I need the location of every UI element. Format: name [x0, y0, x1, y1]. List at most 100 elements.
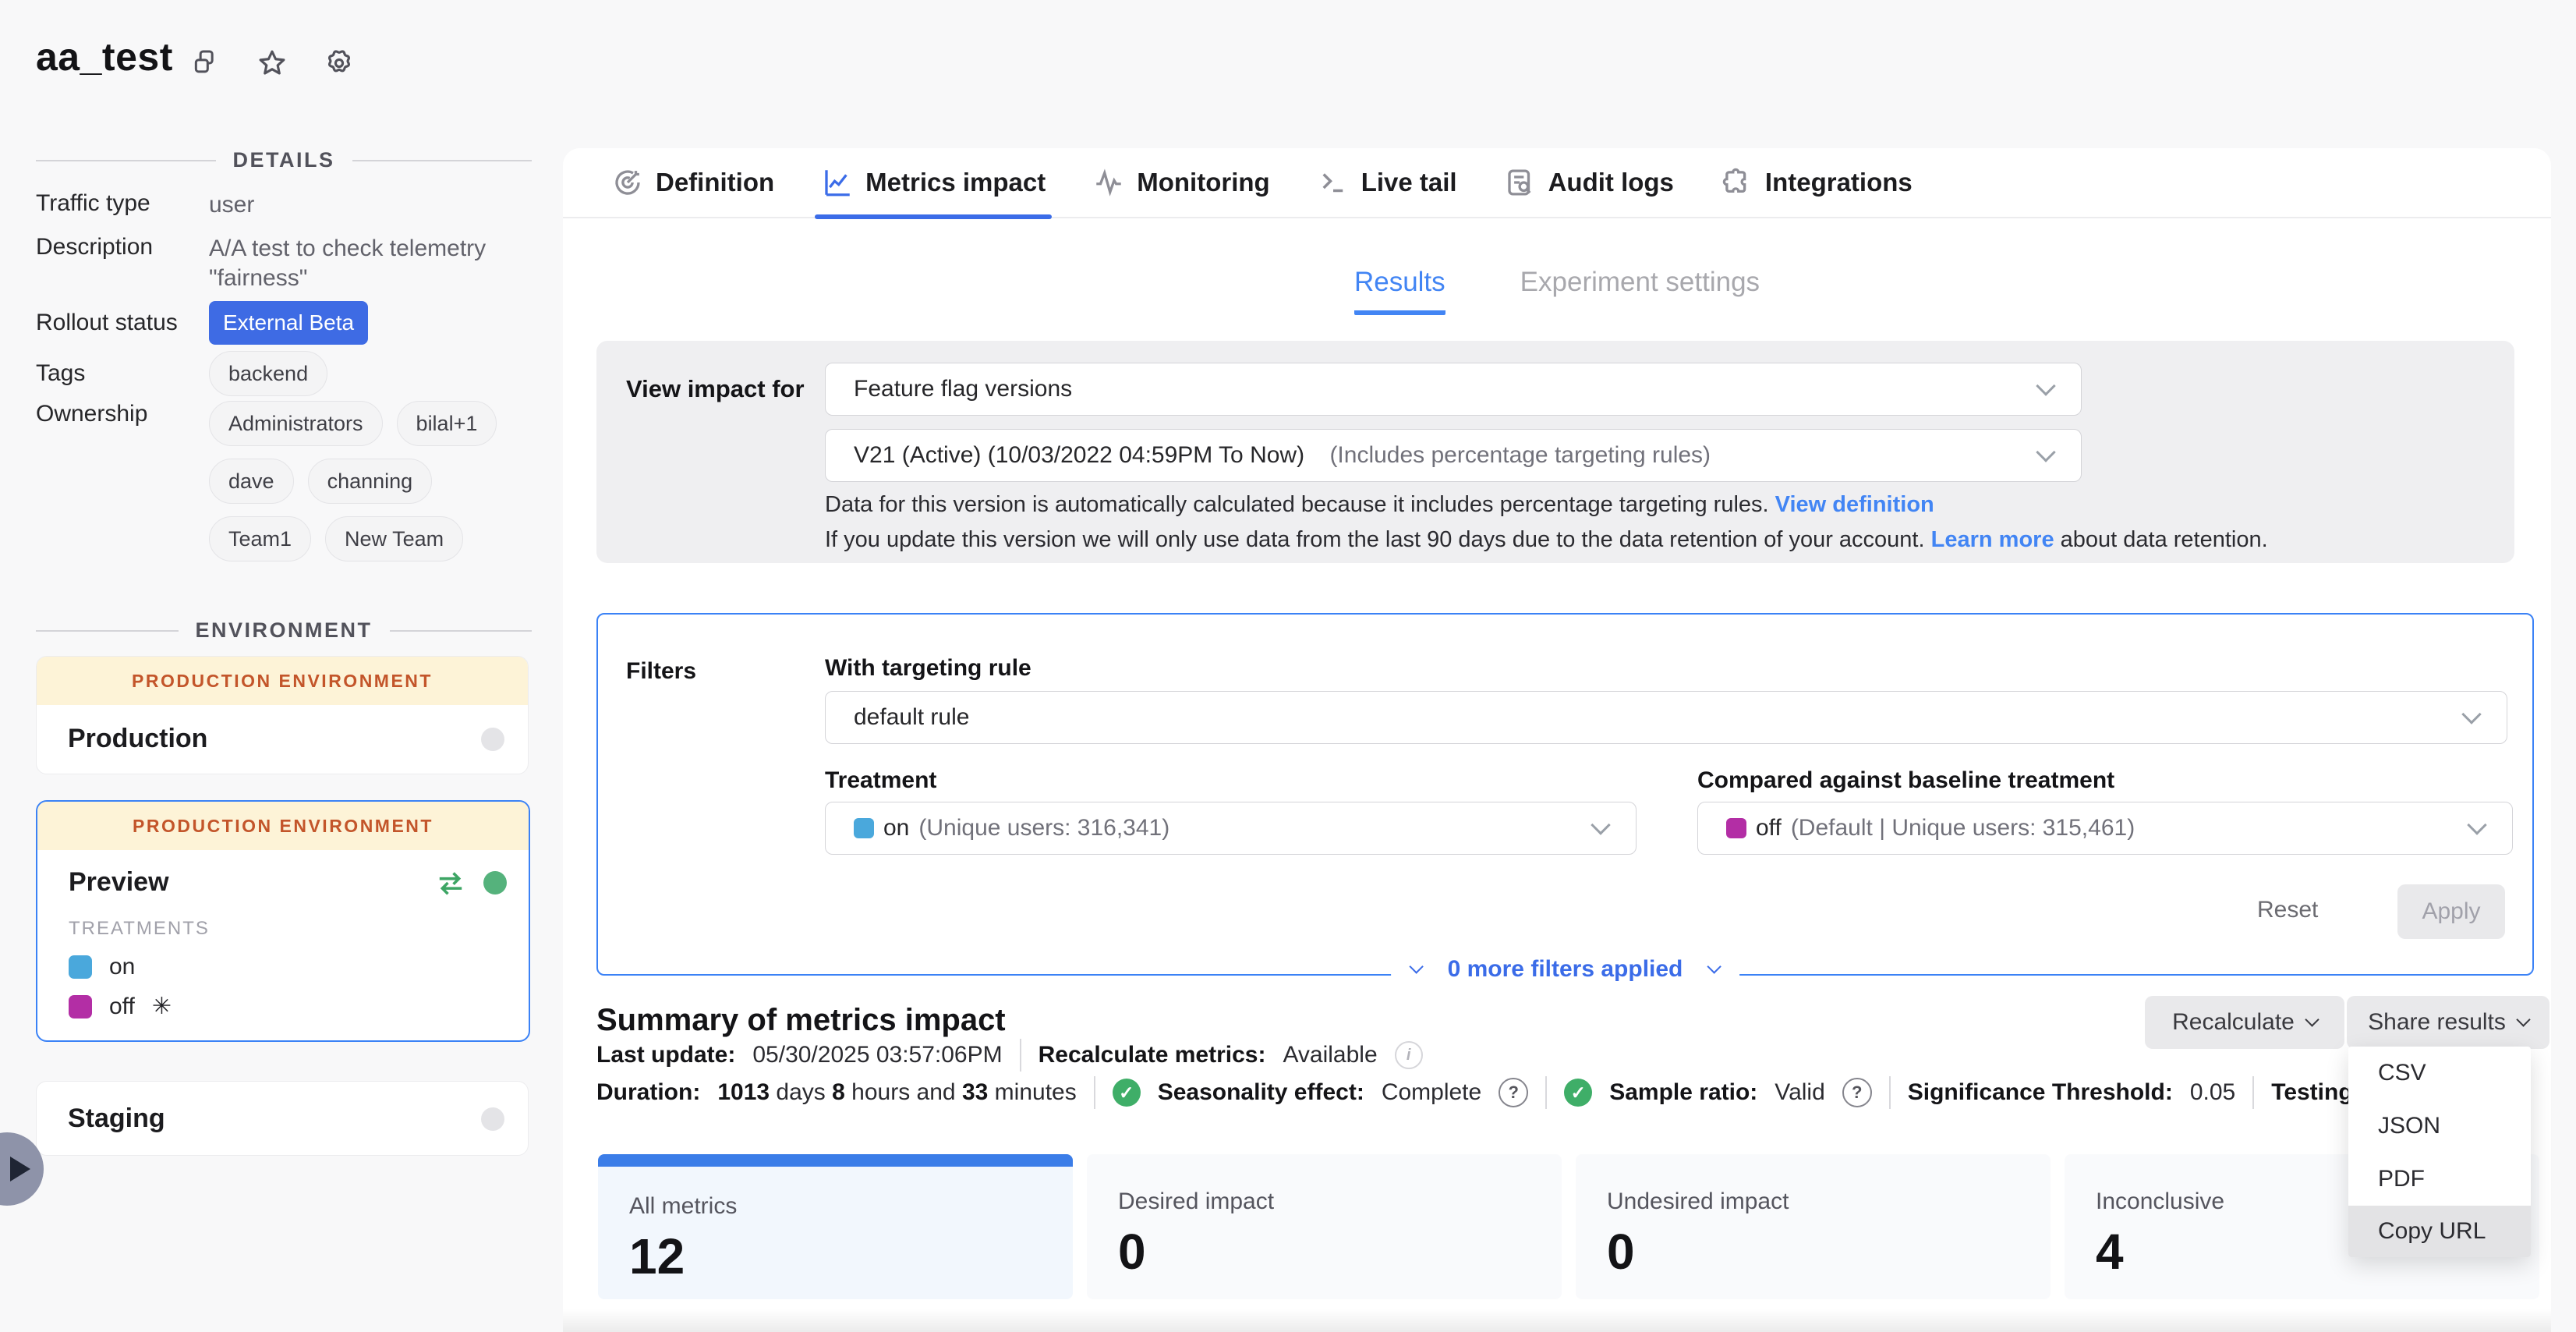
menu-item-copy-url[interactable]: Copy URL [2348, 1206, 2531, 1257]
status-dot-active [483, 871, 507, 894]
rollout-status-badge[interactable]: External Beta [209, 301, 368, 345]
environment-section-header: ENVIRONMENT [36, 618, 532, 643]
treatment-row-off: off ✳ [37, 980, 529, 1020]
seasonality-value: Complete [1382, 1079, 1481, 1106]
owner-pill[interactable]: channing [308, 459, 433, 504]
last-update-value: 05/30/2025 03:57:06PM [752, 1042, 1002, 1068]
metric-card-label: Desired impact [1118, 1189, 1562, 1215]
apply-button[interactable]: Apply [2397, 884, 2505, 939]
tab-definition[interactable]: Definition [611, 148, 774, 217]
owner-pills: Administrators bilal+1 dave channing Tea… [209, 401, 519, 561]
treatment-off-swatch [69, 995, 92, 1018]
owner-pill[interactable]: dave [209, 459, 294, 504]
share-results-button[interactable]: Share results [2347, 996, 2549, 1049]
version-dropdown[interactable]: V21 (Active) (10/03/2022 04:59PM To Now)… [825, 429, 2082, 482]
treatment-on-label: on [109, 954, 135, 980]
metric-card-undesired-impact[interactable]: Undesired impact 0 [1576, 1154, 2051, 1299]
page-title: aa_test [36, 34, 173, 80]
star-icon[interactable] [254, 45, 290, 81]
treatment-note: (Unique users: 316,341) [918, 815, 1169, 841]
separator [1020, 1039, 1021, 1072]
tab-label: Audit logs [1548, 168, 1674, 197]
bottom-fade [563, 1309, 2551, 1332]
check-icon: ✓ [1564, 1079, 1592, 1107]
owner-pill[interactable]: Team1 [209, 516, 311, 561]
environment-card-production[interactable]: PRODUCTION ENVIRONMENT Production [36, 656, 529, 774]
help-icon[interactable]: ? [1499, 1078, 1528, 1107]
recalculate-metrics-value: Available [1283, 1042, 1377, 1068]
play-icon [10, 1157, 30, 1181]
tag-pill[interactable]: backend [209, 351, 327, 396]
chevron-down-icon [1591, 815, 1610, 834]
help-icon[interactable]: ? [1842, 1078, 1872, 1107]
info-icon[interactable]: i [1395, 1041, 1423, 1069]
treatment-off-swatch [1726, 818, 1746, 838]
description-label: Description [36, 234, 209, 293]
treatment-value: on [883, 815, 909, 841]
last-update-label: Last update: [596, 1042, 735, 1068]
owner-pill[interactable]: Administrators [209, 401, 383, 446]
owner-pill[interactable]: bilal+1 [397, 401, 497, 446]
treatment-off-label: off [109, 994, 135, 1020]
monitoring-icon [1092, 166, 1125, 199]
menu-item-csv[interactable]: CSV [2348, 1047, 2531, 1100]
metrics-impact-icon [821, 166, 854, 199]
detail-row-rollout: Rollout status External Beta [36, 301, 532, 345]
significance-label: Significance Threshold: [1908, 1079, 2173, 1106]
metric-card-all-metrics[interactable]: All metrics 12 [598, 1154, 1073, 1299]
swap-arrows-icon[interactable] [433, 870, 468, 895]
view-definition-link[interactable]: View definition [1775, 492, 1934, 517]
subtab-results[interactable]: Results [1354, 267, 1445, 315]
share-results-menu: CSV JSON PDF Copy URL [2348, 1047, 2531, 1257]
description-value: A/A test to check telemetry "fairness" [209, 234, 519, 293]
sample-ratio-label: Sample ratio: [1609, 1079, 1757, 1106]
metric-card-desired-impact[interactable]: Desired impact 0 [1087, 1154, 1562, 1299]
menu-item-json[interactable]: JSON [2348, 1100, 2531, 1153]
version-main: V21 (Active) (10/03/2022 04:59PM To Now) [854, 442, 1304, 469]
version-type-value: Feature flag versions [854, 376, 1072, 402]
chevron-down-icon [2305, 1012, 2319, 1026]
baseline-value: off [1756, 815, 1782, 841]
learn-more-link[interactable]: Learn more [1931, 527, 2054, 552]
traffic-type-label: Traffic type [36, 190, 209, 220]
tab-audit-logs[interactable]: Audit logs [1504, 148, 1674, 217]
environment-card-preview[interactable]: PRODUCTION ENVIRONMENT Preview TREATMENT… [36, 800, 530, 1042]
recalculate-button[interactable]: Recalculate [2145, 996, 2344, 1049]
metric-card-value: 0 [1607, 1223, 2051, 1281]
separator [2252, 1076, 2254, 1109]
baseline-dropdown[interactable]: off (Default | Unique users: 315,461) [1697, 802, 2513, 855]
subtab-experiment-settings[interactable]: Experiment settings [1520, 267, 1760, 315]
separator [1889, 1076, 1891, 1109]
duration-label: Duration: [596, 1079, 700, 1106]
version-type-dropdown[interactable]: Feature flag versions [825, 363, 2082, 416]
treatment-on-swatch [854, 818, 874, 838]
tab-integrations[interactable]: Integrations [1721, 148, 1913, 217]
more-filters-toggle[interactable]: 0 more filters applied [1391, 951, 1740, 987]
tab-metrics-impact[interactable]: Metrics impact [821, 148, 1046, 217]
chevron-down-icon [1409, 959, 1423, 973]
owner-pill[interactable]: New Team [325, 516, 463, 561]
targeting-rule-value: default rule [854, 704, 969, 731]
rollout-status-label: Rollout status [36, 310, 209, 336]
traffic-type-value: user [209, 190, 519, 220]
tab-monitoring[interactable]: Monitoring [1092, 148, 1269, 217]
copy-icon[interactable] [187, 45, 223, 81]
check-icon: ✓ [1113, 1079, 1141, 1107]
environment-card-staging[interactable]: Staging [36, 1081, 529, 1156]
sample-ratio-value: Valid [1775, 1079, 1824, 1106]
baseline-label: Compared against baseline treatment [1697, 767, 2114, 794]
status-dot [481, 728, 504, 751]
gear-icon[interactable] [321, 45, 357, 81]
separator [1094, 1076, 1095, 1109]
live-tail-icon [1317, 166, 1350, 199]
details-heading: DETAILS [233, 148, 335, 172]
treatment-dropdown[interactable]: on (Unique users: 316,341) [825, 802, 1637, 855]
seasonality-label: Seasonality effect: [1158, 1079, 1364, 1106]
ownership-label: Ownership [36, 401, 209, 561]
tab-live-tail[interactable]: Live tail [1317, 148, 1457, 217]
reset-button[interactable]: Reset [2257, 897, 2318, 923]
menu-item-pdf[interactable]: PDF [2348, 1153, 2531, 1206]
targeting-rule-dropdown[interactable]: default rule [825, 691, 2507, 744]
metric-card-label: All metrics [629, 1193, 1073, 1220]
metric-card-value: 0 [1118, 1223, 1562, 1281]
